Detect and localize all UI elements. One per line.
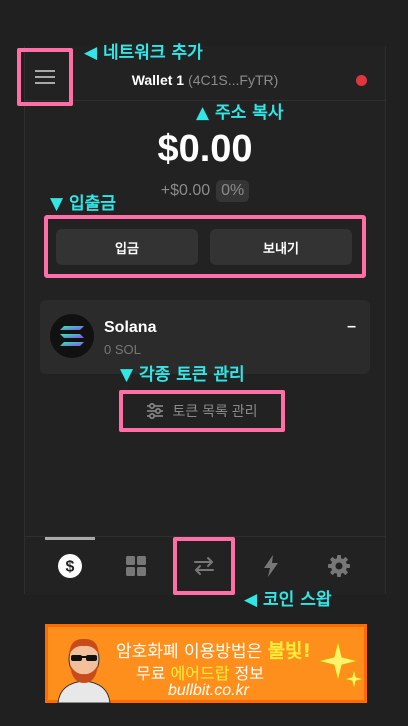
token-amount: 0 SOL	[104, 342, 141, 357]
annotation-copy-address: ▲ 주소 복사	[196, 103, 284, 123]
avatar	[57, 638, 111, 703]
total-balance: $0.00	[157, 128, 253, 170]
banner-subline: 무료 에어드랍 정보	[136, 660, 264, 684]
status-dot-icon	[356, 75, 367, 86]
wallet-title[interactable]: Wallet 1 (4C1S...FyTR)	[25, 72, 385, 88]
wallet-panel: Wallet 1 (4C1S...FyTR) $0.00 +$0.00 0% 입금 …	[17, 46, 386, 595]
ad-banner[interactable]: 암호화폐 이용방법은 불빛! 무료 에어드랍 정보 bullbit.co.kr	[45, 624, 367, 703]
dollar-icon: $	[58, 554, 82, 578]
nav-tab-wallet[interactable]: $	[40, 537, 100, 595]
manage-token-list-label: 토큰 목록 관리	[172, 403, 258, 419]
annotation-coin-swap: ◀ 코인 스왑	[244, 590, 332, 610]
grid-icon	[126, 556, 146, 576]
deposit-button[interactable]: 입금	[56, 229, 198, 265]
banner-subline-prefix: 무료	[136, 664, 171, 683]
nav-tab-collectibles[interactable]	[106, 537, 166, 595]
solana-logo-icon	[50, 314, 94, 358]
annotation-deposit-withdraw: ▼ 입출금	[50, 194, 116, 214]
sparkle-icon	[318, 640, 364, 690]
token-value: –	[347, 318, 356, 335]
balance-change: +$0.00	[160, 182, 211, 199]
banner-subline-suffix: 정보	[229, 664, 264, 683]
wallet-address[interactable]: (4C1S...FyTR)	[188, 72, 278, 88]
banner-headline-text: 암호화폐 이용방법은	[116, 642, 268, 662]
annotation-add-network: ◀ 네트워크 추가	[84, 43, 203, 63]
banner-headline: 암호화폐 이용방법은 불빛!	[116, 636, 311, 663]
token-name: Solana	[104, 319, 157, 336]
manage-token-list-button[interactable]: 토큰 목록 관리	[119, 390, 285, 432]
banner-airdrop: 에어드랍	[170, 664, 230, 683]
svg-text:$: $	[66, 559, 75, 576]
swap-highlight-box	[173, 537, 235, 595]
wallet-header: Wallet 1 (4C1S...FyTR)	[17, 46, 385, 106]
lightning-icon	[264, 555, 278, 577]
banner-url[interactable]: bullbit.co.kr	[168, 682, 249, 700]
wallet-name: Wallet 1	[131, 72, 185, 88]
balance-change-pct: 0%	[216, 180, 250, 202]
sliders-icon	[147, 403, 164, 419]
send-button[interactable]: 보내기	[210, 229, 352, 265]
annotation-manage-tokens: ▼ 각종 토큰 관리	[120, 365, 245, 385]
gear-icon	[328, 555, 350, 577]
action-highlight-box: 입금 보내기	[44, 215, 366, 278]
banner-brand: 불빛!	[267, 640, 312, 662]
